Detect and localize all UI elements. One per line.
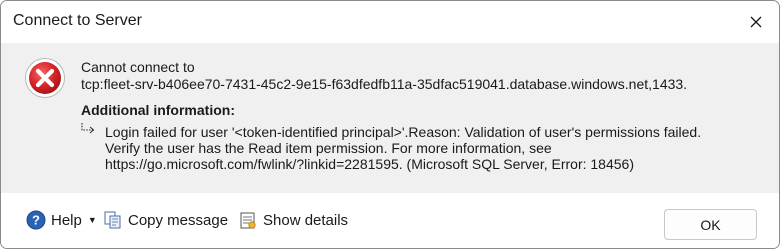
close-button[interactable] xyxy=(733,1,779,43)
show-details-label: Show details xyxy=(263,211,349,229)
message-area: Cannot connect to tcp:fleet-srv-b406ee70… xyxy=(1,43,779,193)
help-icon: ? xyxy=(26,210,46,230)
svg-text:?: ? xyxy=(32,213,40,228)
additional-info-line: Login failed for user '<token-identified… xyxy=(105,124,702,140)
help-label: Help xyxy=(51,211,82,229)
window-title: Connect to Server xyxy=(13,12,142,29)
dialog-footer: ? Help ▼ Copy message Show details OK xyxy=(1,193,779,248)
server-address: tcp:fleet-srv-b406ee70-7431-45c2-9e15-f6… xyxy=(81,76,688,92)
details-icon xyxy=(240,212,256,229)
copy-icon xyxy=(104,211,121,229)
ok-button[interactable]: OK xyxy=(664,209,757,240)
title-bar: Connect to Server xyxy=(1,1,779,43)
connect-error-dialog: Connect to Server Cannot connect to tcp:… xyxy=(0,0,780,249)
copy-message-label: Copy message xyxy=(128,211,229,229)
additional-info-heading: Additional information: xyxy=(81,102,235,118)
chevron-down-icon: ▼ xyxy=(87,215,97,225)
help-button[interactable]: ? Help ▼ xyxy=(26,209,97,231)
arrow-right-icon xyxy=(81,123,95,134)
close-icon xyxy=(750,16,762,28)
additional-info-line: Verify the user has the Read item permis… xyxy=(105,140,552,156)
show-details-button[interactable]: Show details xyxy=(238,209,348,231)
additional-info-line: https://go.microsoft.com/fwlink/?linkid=… xyxy=(105,156,634,172)
copy-message-button[interactable]: Copy message xyxy=(103,209,228,231)
additional-info-text: Login failed for user '<token-identified… xyxy=(105,124,701,172)
message-line: Cannot connect to xyxy=(81,59,195,75)
error-message: Cannot connect to tcp:fleet-srv-b406ee70… xyxy=(81,59,687,93)
error-icon xyxy=(25,58,65,98)
